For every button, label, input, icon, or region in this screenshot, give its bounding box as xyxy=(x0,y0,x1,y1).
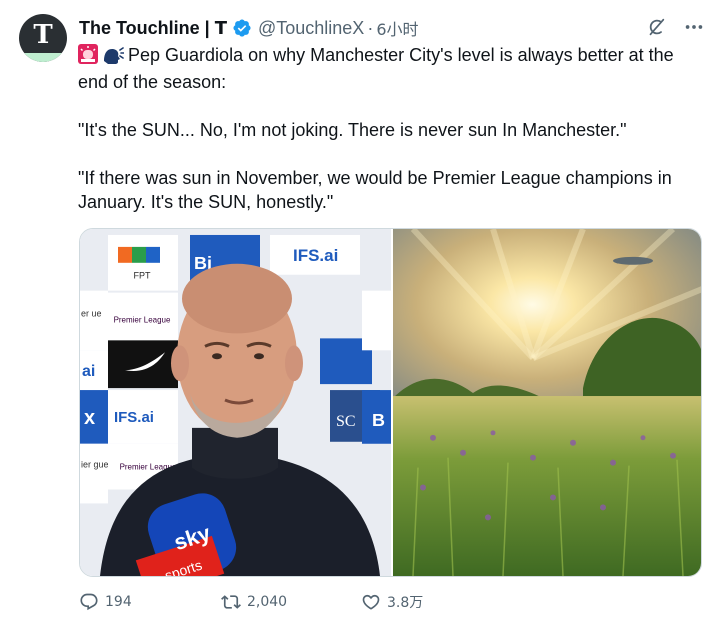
retweet-count: 2,040 xyxy=(247,594,288,610)
board-text-b: B xyxy=(372,410,385,430)
tweet-line-intro: Pep Guardiola on why Manchester City's l… xyxy=(78,43,703,70)
retweet-button[interactable]: 2,040 xyxy=(221,592,287,612)
handle[interactable]: @TouchlineX xyxy=(258,18,364,39)
avatar[interactable]: T xyxy=(19,14,67,62)
board-text-fpt: FPT xyxy=(133,271,151,281)
more-options-icon[interactable] xyxy=(683,16,705,38)
board-text-pl-top: Premier League xyxy=(114,315,171,324)
media-grid: FPT Bi IFS.ai er ue Premier League ai x … xyxy=(79,228,702,577)
reply-button[interactable]: 194 xyxy=(79,592,132,612)
tweet-text: Pep Guardiola on why Manchester City's l… xyxy=(78,43,703,214)
meadow-photo[interactable] xyxy=(393,229,701,576)
interview-photo[interactable]: FPT Bi IFS.ai er ue Premier League ai x … xyxy=(80,229,391,576)
tweet-text-quote-2a: "If there was sun in November, we would … xyxy=(78,168,672,188)
board-text-ifs-bottom: IFS.ai xyxy=(114,409,154,426)
grok-icon[interactable] xyxy=(645,16,667,38)
board-text-ifs-top: IFS.ai xyxy=(293,246,338,265)
board-text-er: er ue xyxy=(81,309,102,319)
board-text-sc: SC xyxy=(336,413,356,430)
speaking-head-icon xyxy=(102,44,125,70)
verified-badge-icon xyxy=(232,18,252,38)
board-text-ai: ai xyxy=(82,363,95,380)
tweet-text-quote-2b: January. It's the SUN, honestly." xyxy=(78,192,334,212)
like-button[interactable]: 3.8万 xyxy=(361,592,423,612)
tweet-card: T The Touchline | 𝗧 @TouchlineX · 6小时 Pe… xyxy=(0,0,719,625)
heart-icon xyxy=(361,592,381,612)
reply-icon xyxy=(79,592,99,612)
display-name[interactable]: The Touchline | 𝗧 xyxy=(79,18,227,39)
board-text-ier: ier gue xyxy=(81,460,109,470)
board-text-x: x xyxy=(84,407,95,429)
tweet-text-line-2: end of the season: xyxy=(78,72,227,92)
siren-icon xyxy=(78,44,98,70)
tweet-header: The Touchline | 𝗧 @TouchlineX · 6小时 xyxy=(79,16,419,40)
retweet-icon xyxy=(221,592,241,612)
timestamp[interactable]: 6小时 xyxy=(376,16,418,40)
tweet-text-quote-1: "It's the SUN... No, I'm not joking. The… xyxy=(78,120,627,140)
tweet-top-actions xyxy=(645,16,705,38)
avatar-letter: T xyxy=(33,20,53,50)
tweet-actions: 194 2,040 3.8万 xyxy=(79,592,679,618)
reply-count: 194 xyxy=(105,594,132,610)
separator-dot: · xyxy=(367,17,374,38)
like-count: 3.8万 xyxy=(387,595,424,611)
tweet-text-line-1: Pep Guardiola on why Manchester City's l… xyxy=(128,45,674,65)
